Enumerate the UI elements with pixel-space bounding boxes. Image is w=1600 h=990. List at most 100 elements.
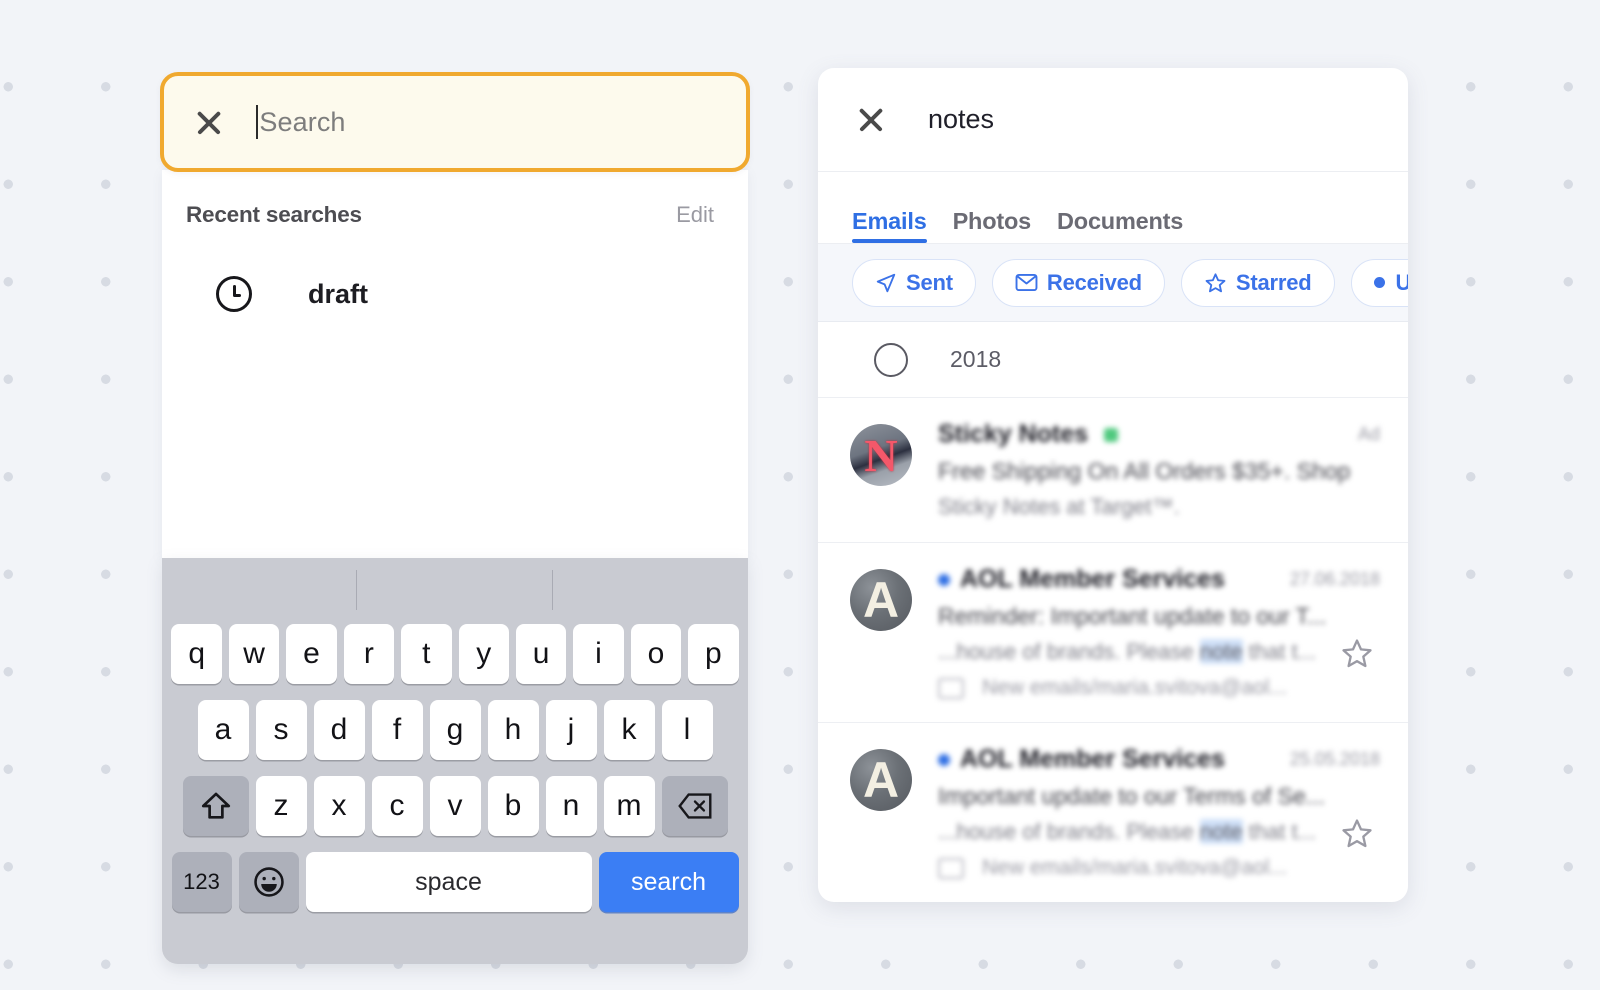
key-p[interactable]: p [688,624,739,684]
key-e[interactable]: e [286,624,337,684]
key-v[interactable]: v [429,776,481,836]
filter-chip-sent[interactable]: Sent [852,258,976,307]
key-y[interactable]: y [458,624,509,684]
email-header-line: AOL Member Services 27.06.2018 [938,565,1380,594]
keyboard-suggestion-bar[interactable] [162,558,748,624]
filter-chip-label: Sent [906,269,953,295]
email-subject: Important update to our Terms of Se... [938,783,1325,809]
email-folder: New emails/maria.svitova@aol... [938,856,1380,880]
email-sender: AOL Member Services [960,745,1225,773]
key-s[interactable]: s [255,700,307,760]
close-icon[interactable] [194,107,224,137]
key-h[interactable]: h [487,700,539,760]
key-u[interactable]: u [515,624,567,684]
on-screen-keyboard: qwertyuiop asdfghjkl zxcvbnm 123 space s… [162,558,748,964]
email-meta: 27.06.2018 [1289,569,1380,589]
email-list-item[interactable]: A AOL Member Services 25.05.2018 Important … [818,723,1408,902]
tab-emails[interactable]: Emails [852,208,927,243]
keyboard-row-1: qwertyuiop [162,624,748,684]
email-header-line: Sticky Notes Ad [938,420,1380,449]
key-o[interactable]: o [630,624,682,684]
key-x[interactable]: x [313,776,365,836]
filter-chip-starred[interactable]: Starred [1180,258,1335,307]
list-item[interactable]: draft [162,266,748,322]
folder-icon [938,857,964,879]
star-icon[interactable] [1340,637,1374,670]
suggestion-divider [552,570,554,610]
email-meta: Ad [1357,424,1380,444]
send-icon [876,273,896,292]
green-verified-badge [1104,427,1119,442]
email-content: Sticky Notes Ad Free Shipping On All Order… [938,420,1380,520]
snippet-highlight: note [1199,819,1243,844]
results-tabs: Emails Photos Documents [818,172,1408,244]
key-i[interactable]: i [573,624,624,684]
emoji-key[interactable] [238,852,299,912]
unread-dot-icon [938,573,950,586]
keyboard-row-2: asdfghjkl [162,700,748,760]
close-icon[interactable] [856,105,886,135]
backspace-key[interactable] [661,776,728,836]
keyboard-search-key[interactable]: search [598,852,739,912]
year-group-row[interactable]: 2018 [818,322,1408,398]
key-r[interactable]: r [343,624,395,684]
unread-dot-icon [938,753,950,766]
key-t[interactable]: t [401,624,452,684]
tab-documents[interactable]: Documents [1057,208,1183,243]
star-icon [1205,272,1226,292]
email-results-list: N Sticky Notes Ad Free Shipping On All Orde… [818,398,1408,902]
key-k[interactable]: k [603,700,655,760]
key-d[interactable]: d [313,700,365,760]
text-caret [256,105,259,139]
snippet-highlight: note [1199,639,1243,664]
key-j[interactable]: j [545,700,597,760]
email-list-item[interactable]: N Sticky Notes Ad Free Shipping On All Orde… [818,398,1408,543]
recent-searches-title: Recent searches [186,202,362,227]
email-snippet: Sticky Notes at Target™. [938,494,1180,519]
key-z[interactable]: z [255,776,307,836]
filter-chip-received[interactable]: Received [991,258,1165,307]
avatar-letter: N [864,429,898,481]
key-w[interactable]: w [228,624,280,684]
key-b[interactable]: b [487,776,539,836]
key-f[interactable]: f [371,700,423,760]
search-placeholder: Search [259,106,346,137]
search-query-text: notes [928,104,995,134]
recent-searches-list: draft [162,266,748,322]
search-input[interactable]: Search [256,105,346,139]
key-g[interactable]: g [429,700,481,760]
circle-checkbox-icon[interactable] [874,342,908,377]
key-c[interactable]: c [371,776,423,836]
filter-chip-label: Starred [1235,269,1312,295]
search-field[interactable]: Search [160,72,750,172]
email-subject: Reminder: Important update to our T... [938,603,1327,629]
shift-key[interactable] [182,776,249,836]
key-q[interactable]: q [171,624,222,684]
key-n[interactable]: n [545,776,597,836]
space-key[interactable]: space [305,852,592,912]
email-snippet: ...house of brands. Please note that t..… [938,639,1316,664]
shift-icon [201,792,230,819]
filter-chip-label: Unread [1396,270,1408,296]
email-content: AOL Member Services 27.06.2018 Reminder: I… [938,565,1380,700]
star-icon[interactable] [1340,817,1374,850]
suggestion-divider [356,570,358,610]
tab-photos[interactable]: Photos [953,208,1032,243]
numbers-key[interactable]: 123 [171,852,232,912]
edit-button[interactable]: Edit [676,202,714,228]
envelope-icon [1015,273,1038,292]
search-overlay-panel: Search Recent searches Edit draft qwerty… [160,72,750,964]
key-l[interactable]: l [661,700,713,760]
email-sender: AOL Member Services [960,565,1225,593]
avatar: N [850,424,912,486]
email-folder-label: New emails/maria.svitova@aol... [982,856,1287,879]
key-m[interactable]: m [603,776,655,836]
search-results-panel: notes Emails Photos Documents Sent Received… [818,68,1408,902]
keyboard-row-3: zxcvbnm [162,776,748,836]
filter-chip-unread[interactable]: Unread [1350,258,1408,307]
email-list-item[interactable]: A AOL Member Services 27.06.2018 Reminder: … [818,543,1408,723]
keyboard-row-4: 123 space search [162,852,748,912]
key-a[interactable]: a [197,700,249,760]
avatar-letter: A [862,752,900,808]
backspace-icon [677,793,711,819]
